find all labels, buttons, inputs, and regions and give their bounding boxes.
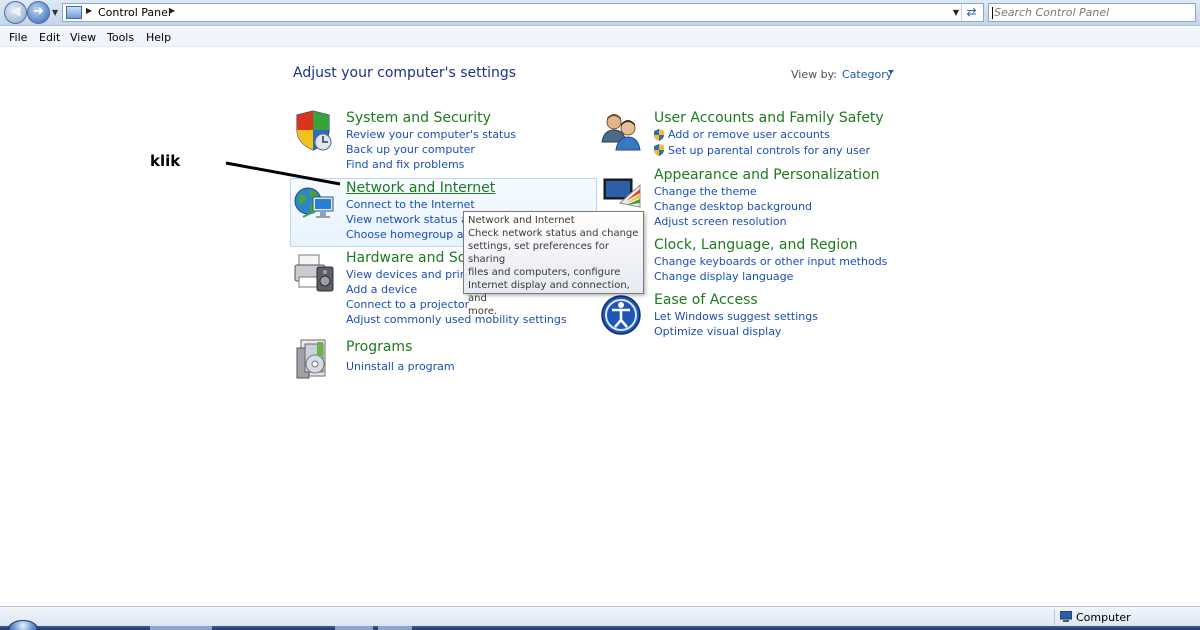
status-bar: Computer: [0, 606, 1200, 626]
status-divider: [1054, 609, 1055, 625]
control-panel-window: ◀ ➜ ▼ ▶ Control Panel ▶ ▼ ⇄ Search Contr…: [0, 0, 1200, 630]
taskbar-button[interactable]: [335, 626, 373, 630]
taskbar-button[interactable]: [378, 626, 412, 630]
taskbar-button[interactable]: [150, 626, 212, 630]
status-location: Computer: [1076, 611, 1131, 624]
annotation-arrow: [225, 161, 341, 186]
computer-icon: [1060, 611, 1072, 622]
